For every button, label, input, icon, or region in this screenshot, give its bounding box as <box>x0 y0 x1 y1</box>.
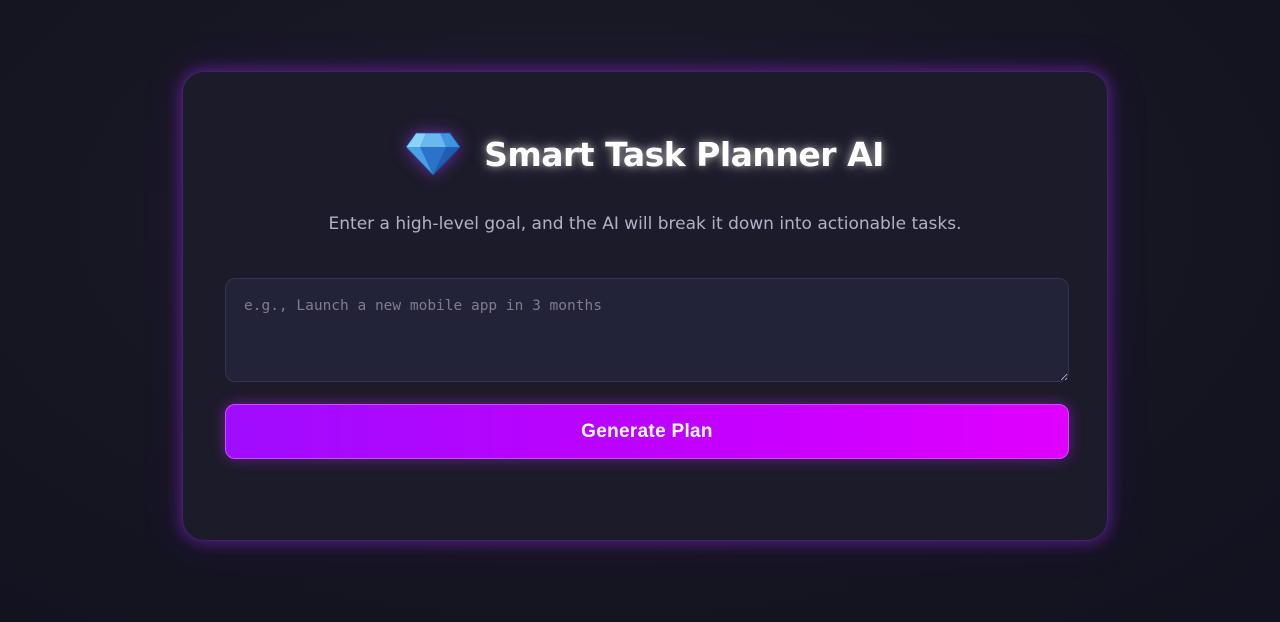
planner-card: Smart Task Planner AI Enter a high-level… <box>182 71 1108 541</box>
page-title: Smart Task Planner AI <box>484 134 884 174</box>
goal-input[interactable] <box>225 278 1069 382</box>
generate-plan-button[interactable]: Generate Plan <box>225 404 1069 459</box>
app-header: Smart Task Planner AI <box>183 132 1107 176</box>
diamond-icon <box>406 132 461 176</box>
page-subtitle: Enter a high-level goal, and the AI will… <box>328 214 962 234</box>
